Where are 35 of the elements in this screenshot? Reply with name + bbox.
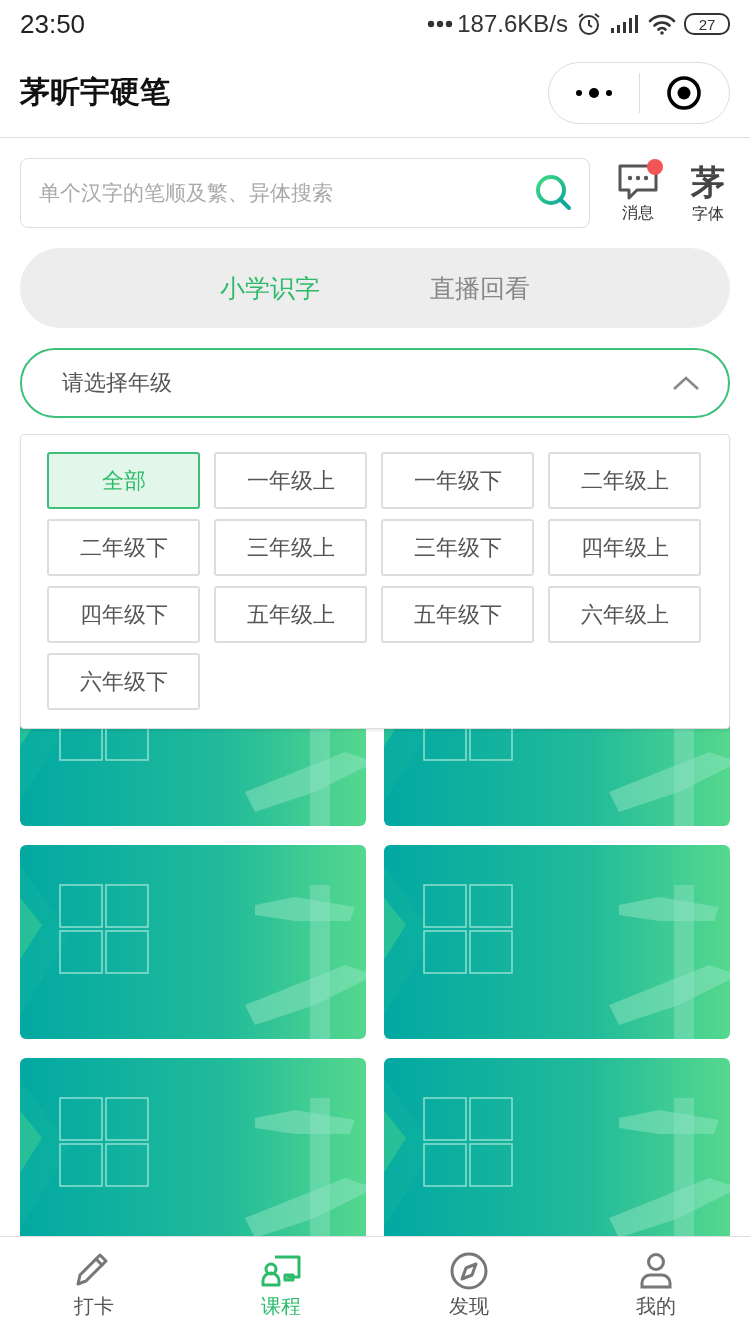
signal-dots-icon xyxy=(427,20,454,28)
target-icon xyxy=(666,74,703,111)
cellular-signal-icon xyxy=(610,14,640,34)
alarm-icon xyxy=(576,11,602,37)
grade-option[interactable]: 四年级下 xyxy=(47,586,200,643)
grade-option[interactable]: 六年级下 xyxy=(47,653,200,710)
search-icon[interactable] xyxy=(534,173,574,213)
battery-level: 27 xyxy=(698,16,716,32)
wifi-icon xyxy=(648,13,676,35)
font-glyph: 茅 xyxy=(691,161,725,202)
tab-bar-item[interactable]: 发现 xyxy=(375,1237,563,1334)
grade-option[interactable]: 三年级上 xyxy=(214,519,367,576)
chevron-up-icon xyxy=(672,375,700,391)
grade-option[interactable]: 六年级上 xyxy=(548,586,701,643)
grade-option[interactable]: 一年级下 xyxy=(381,452,534,509)
page-title: 茅昕宇硬笔 xyxy=(20,73,170,111)
grade-select[interactable]: 请选择年级 xyxy=(20,348,730,418)
tab-bar-item[interactable]: 打卡 xyxy=(0,1237,188,1334)
clock-time: 23:50 xyxy=(20,8,86,40)
more-icon xyxy=(574,86,613,99)
chat-icon xyxy=(617,162,659,201)
grade-option[interactable]: 五年级下 xyxy=(381,586,534,643)
grade-select-placeholder: 请选择年级 xyxy=(62,369,172,397)
grade-option[interactable]: 三年级下 xyxy=(381,519,534,576)
tab-bar-item[interactable]: 我的 xyxy=(562,1237,750,1334)
grade-option[interactable]: 四年级上 xyxy=(548,519,701,576)
font-button[interactable]: 茅 字体 xyxy=(686,161,730,225)
grade-option[interactable]: 二年级下 xyxy=(47,519,200,576)
messages-button[interactable]: 消息 xyxy=(616,162,660,224)
network-speed: 187.6KB/s xyxy=(457,10,568,38)
compass-icon xyxy=(448,1251,489,1291)
grade-option[interactable]: 五年级上 xyxy=(214,586,367,643)
grade-option[interactable]: 二年级上 xyxy=(548,452,701,509)
grade-option[interactable]: 一年级上 xyxy=(214,452,367,509)
search-field[interactable]: 单个汉字的笔顺及繁、异体搜索 xyxy=(20,158,590,228)
